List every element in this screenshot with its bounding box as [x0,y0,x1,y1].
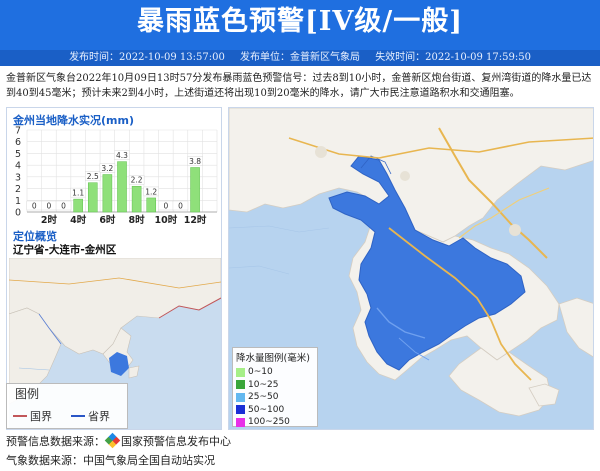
rainfall-legend-item: 25~50 [233,391,317,404]
chart-y-tick-label: 0 [15,208,21,219]
legend-national-border: 国界 [13,408,52,424]
chart-x-tick-label: 10时 [154,214,177,226]
chart-data-label: 3.2 [101,164,113,173]
weather-source-line: 气象数据来源：中国气象局全国自动站实况 [6,454,215,467]
province-border-line-icon [71,415,85,417]
rainfall-legend: 降水量图例(毫米) 0~10 10~25 25~50 50~100 100~25… [232,347,318,427]
rainfall-range-label: 0~10 [248,367,273,378]
chart-x-tick-label: 12时 [184,214,207,226]
boundary-legend-title: 图例 [15,387,40,401]
warning-center-logo-icon [104,432,121,449]
chart-bar [73,198,83,213]
chart-y-tick-label: 1 [15,196,21,207]
legend-province-border: 省界 [71,408,110,424]
chart-data-label: 0 [163,202,168,211]
rainfall-legend-item: 10~25 [233,379,317,392]
chart-bar [87,182,98,213]
chart-data-label: 1.2 [145,187,157,196]
warning-info-bar: 发布时间：2022-10-09 13:57:00 发布单位：金普新区气象局 失效… [0,50,600,66]
location-name: 辽宁省-大连市-金州区 [13,244,117,256]
rainfall-range-label: 50~100 [248,404,285,415]
chart-data-label: 0 [32,202,37,211]
publisher: 发布单位：金普新区气象局 [240,52,360,63]
warning-source-name[interactable]: 国家预警信息发布中心 [121,435,231,448]
warning-header: 暴雨蓝色预警[IV级/一般] 发布时间：2022-10-09 13:57:00 … [0,0,600,66]
left-panel: 金州当地降水实况(mm) 0 1 2 3 4 5 6 7 0 0 0 1.1 2.5 3.2 4.3 2.2 1… [6,107,222,430]
chart-data-label: 1.1 [72,189,84,198]
rainfall-legend-title: 降水量图例(毫米) [236,353,310,364]
chart-y-tick-label: 7 [15,126,21,137]
chart-y-tick-label: 6 [15,137,21,148]
expire-time: 失效时间：2022-10-09 17:59:50 [375,52,531,63]
chart-data-label: 3.8 [189,157,201,166]
rainfall-legend-item: 100~250 [233,416,317,429]
rainfall-legend-item: 0~10 [233,366,317,379]
rain-bar-chart: 012345670 0 01.12.53.24.32.21.20 03.82时 4时 6时… [15,126,218,226]
chart-data-label: 0 [178,202,183,211]
warning-source-line: 预警信息数据来源： 国家预警信息发布中心 [6,432,231,449]
chart-y-tick-label: 2 [15,184,21,195]
chart-x-tick-label: 8时 [129,214,146,226]
province-border-label: 省界 [88,410,110,423]
rainfall-range-label: 25~50 [248,392,279,403]
rainfall-swatch-0-10 [236,367,245,377]
rainfall-swatch-100-250 [236,417,245,427]
rainfall-swatch-10-25 [236,380,245,390]
warning-title: 暴雨蓝色预警[IV级/一般] [137,6,463,37]
national-border-line-icon [13,415,27,417]
national-border-label: 国界 [30,410,52,423]
chart-data-label: 4.3 [116,151,128,160]
chart-bar [190,167,200,213]
chart-x-tick-label: 2时 [41,214,58,226]
chart-data-label: 0 [61,202,66,211]
chart-bar [117,161,127,213]
warning-source-label: 预警信息数据来源： [6,435,105,448]
chart-data-label: 2.5 [87,172,99,181]
chart-data-label: 2.2 [131,176,143,185]
chart-y-tick-label: 4 [15,161,21,172]
rainfall-swatch-50-100 [236,405,245,415]
rainfall-range-label: 100~250 [248,417,290,428]
warning-description: 金普新区气象台2022年10月09日13时57分发布暴雨蓝色预警信号：过去8到1… [6,73,592,99]
rainfall-legend-item: 50~100 [233,404,317,417]
boundary-legend: 图例 国界 省界 [6,383,128,429]
chart-y-tick-label: 3 [15,172,21,183]
chart-x-tick-label: 4时 [70,214,87,226]
rainfall-range-label: 10~25 [248,379,279,390]
chart-bar [131,185,142,213]
chart-bar [102,174,113,213]
chart-x-tick-label: 6时 [99,214,116,226]
chart-data-label: 0 [47,202,52,211]
chart-bar [146,197,157,213]
chart-y-tick-label: 5 [15,149,21,160]
publish-time: 发布时间：2022-10-09 13:57:00 [69,52,225,63]
rainfall-swatch-25-50 [236,392,245,402]
